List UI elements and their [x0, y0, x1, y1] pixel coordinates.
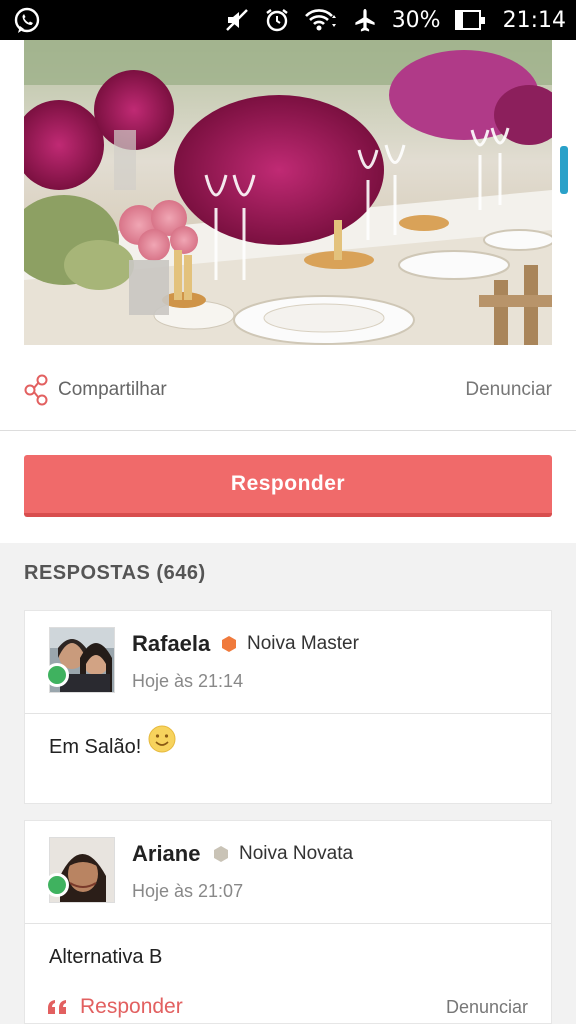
report-post-link[interactable]: Denunciar — [465, 379, 552, 401]
answers-count-heading: RESPOSTAS (646) — [24, 562, 206, 584]
answer-card: Rafaela Noiva Master Hoje às 21:14 Em Sa… — [24, 610, 552, 804]
post-actions: Compartilhar Denunciar — [24, 370, 552, 410]
battery-icon — [454, 10, 485, 30]
share-button[interactable]: Compartilhar — [24, 374, 167, 406]
mute-icon — [225, 9, 248, 31]
author-rank: Noiva Master — [221, 633, 359, 655]
answer-header: Rafaela Noiva Master Hoje às 21:14 — [25, 611, 551, 714]
clock: 21:14 — [502, 7, 566, 33]
reply-label: Responder — [80, 995, 183, 1018]
rank-label: Noiva Novata — [239, 843, 354, 864]
answer-actions: Responder Denunciar — [24, 990, 552, 1024]
answer-timestamp: Hoje às 21:14 — [132, 671, 244, 691]
scroll-indicator[interactable] — [560, 146, 568, 194]
reply-section: Responder — [0, 431, 576, 543]
status-bar: 30% 21:14 — [0, 0, 576, 40]
reply-to-answer-button[interactable]: Responder — [48, 995, 183, 1019]
airplane-icon — [355, 9, 375, 32]
battery-percent: 30% — [391, 7, 441, 33]
online-status-indicator — [45, 663, 69, 687]
wifi-icon — [304, 9, 336, 31]
reply-button[interactable]: Responder — [24, 455, 552, 517]
rank-hexagon-icon — [222, 636, 236, 652]
answer-timestamp: Hoje às 21:07 — [132, 881, 244, 901]
rank-label: Noiva Master — [247, 633, 359, 654]
table-flowers-illustration — [24, 40, 552, 345]
online-status-indicator — [45, 873, 69, 897]
answer-author-name[interactable]: Ariane — [132, 841, 200, 867]
answer-body: Em Salão! — [25, 714, 551, 781]
post-photo[interactable] — [24, 40, 552, 345]
answer-author-name[interactable]: Rafaela — [132, 631, 210, 657]
rank-hexagon-icon — [214, 846, 228, 862]
report-answer-link[interactable]: Denunciar — [446, 997, 528, 1018]
quote-icon — [48, 1000, 66, 1014]
share-icon — [24, 374, 48, 406]
smiley-emoji — [148, 725, 176, 752]
answer-header: Ariane Noiva Novata Hoje às 21:07 — [25, 821, 551, 924]
share-label: Compartilhar — [58, 379, 167, 400]
alarm-icon — [265, 9, 288, 32]
post-card: Compartilhar Denunciar — [0, 40, 576, 430]
author-rank: Noiva Novata — [213, 843, 353, 865]
answer-text: Em Salão! — [49, 736, 142, 758]
answer-body: Alternativa B — [25, 924, 551, 991]
whatsapp-icon — [14, 7, 40, 33]
answer-text: Alternativa B — [49, 946, 163, 968]
